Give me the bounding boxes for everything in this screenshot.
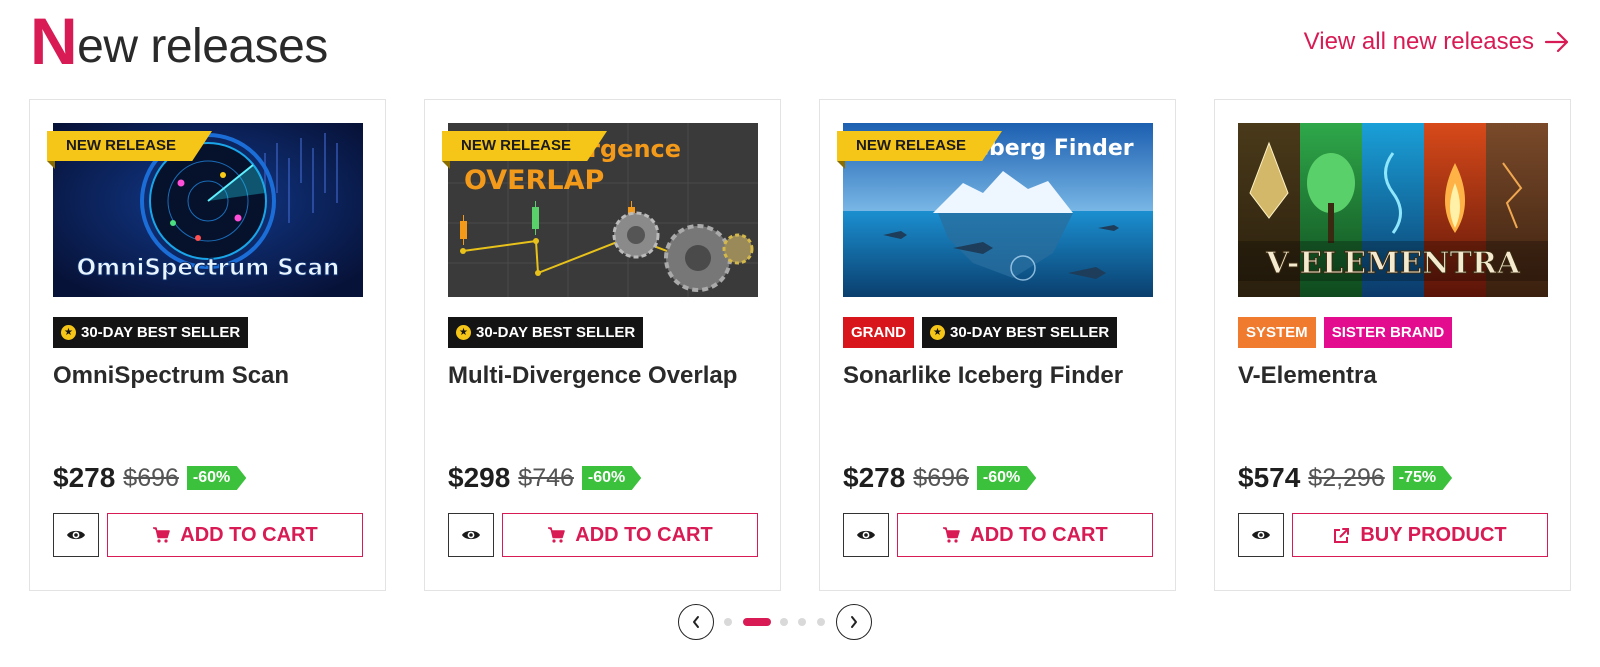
button-label: BUY PRODUCT (1360, 523, 1507, 546)
original-price: $696 (913, 463, 969, 492)
original-price: $2,296 (1308, 463, 1385, 492)
best-seller-badge: ★ 30-DAY BEST SELLER (922, 317, 1118, 348)
product-card: OmniSpectrum Scan NEW RELEASE ★ 30-DAY BE… (29, 99, 386, 591)
section-title: New releases (30, 8, 328, 76)
current-price: $574 (1238, 462, 1301, 493)
price-row: $278 $696 -60% (53, 462, 247, 494)
previous-button[interactable] (678, 604, 714, 640)
view-all-link[interactable]: View all new releases (1304, 28, 1570, 56)
product-card: ceberg Finder NEW RELEASE GRAND ★ 30-DAY … (819, 99, 1176, 591)
badge-row: GRAND ★ 30-DAY BEST SELLER (843, 317, 1118, 348)
product-name[interactable]: Multi-Divergence Overlap (448, 362, 737, 390)
best-seller-badge: ★ 30-DAY BEST SELLER (448, 317, 644, 348)
pager-dot[interactable] (724, 618, 732, 626)
buy-product-button[interactable]: BUY PRODUCT (1292, 513, 1548, 557)
eye-icon (462, 530, 480, 540)
pager-dot[interactable] (817, 618, 825, 626)
star-icon: ★ (930, 325, 945, 340)
price-row: $574 $2,296 -75% (1238, 462, 1453, 494)
button-label: ADD TO CART (575, 523, 713, 546)
current-price: $278 (53, 462, 116, 493)
title-rest: ew releases (77, 20, 328, 73)
badge-row: ★ 30-DAY BEST SELLER (448, 317, 644, 348)
external-link-icon (1334, 527, 1350, 543)
title-initial: N (30, 4, 78, 78)
badge-row: ★ 30-DAY BEST SELLER (53, 317, 249, 348)
chevron-right-icon (851, 616, 857, 628)
new-release-ribbon: NEW RELEASE (47, 131, 213, 161)
original-price: $746 (518, 463, 574, 492)
price-row: $298 $746 -60% (448, 462, 642, 494)
button-label: ADD TO CART (180, 523, 318, 546)
product-image[interactable]: V-ELEMENTRA (1238, 123, 1548, 297)
discount-tag: -75% (1392, 466, 1453, 490)
product-name[interactable]: V-Elementra (1238, 362, 1377, 390)
grand-badge: GRAND (843, 317, 914, 348)
best-seller-badge: ★ 30-DAY BEST SELLER (53, 317, 249, 348)
image-title-text: V-ELEMENTRA (1265, 246, 1521, 281)
ribbon-fold (442, 161, 450, 169)
discount-tag: -60% (581, 466, 642, 490)
arrow-right-icon (1544, 31, 1569, 53)
section-header: New releases View all new releases (30, 8, 1570, 78)
add-to-cart-button[interactable]: ADD TO CART (107, 513, 363, 557)
quick-view-button[interactable] (448, 513, 494, 557)
svg-text:OVERLAP: OVERLAP (464, 165, 604, 196)
cart-icon (943, 527, 961, 543)
next-button[interactable] (836, 604, 872, 640)
ribbon-fold (837, 161, 845, 169)
view-all-label: View all new releases (1303, 28, 1534, 55)
cart-icon (548, 527, 566, 543)
current-price: $278 (843, 462, 906, 493)
chevron-left-icon (693, 616, 699, 628)
quick-view-button[interactable] (843, 513, 889, 557)
current-price: $298 (448, 462, 511, 493)
eye-icon (1252, 530, 1270, 540)
star-icon: ★ (456, 325, 471, 340)
star-icon: ★ (61, 325, 76, 340)
badge-label: 30-DAY BEST SELLER (476, 324, 636, 341)
discount-tag: -60% (976, 466, 1037, 490)
discount-tag: -60% (186, 466, 247, 490)
pager-dot[interactable] (798, 618, 806, 626)
product-card: ivergence OVERLAP NEW RELEASE ★ 30-DAY BE… (424, 99, 781, 591)
product-carousel: OmniSpectrum Scan NEW RELEASE ★ 30-DAY BE… (29, 99, 1571, 591)
pager-dot[interactable] (780, 618, 788, 626)
button-label: ADD TO CART (970, 523, 1108, 546)
badge-row: SYSTEM SISTER BRAND (1238, 317, 1453, 348)
product-card: V-ELEMENTRA SYSTEM SISTER BRAND V-Elemen… (1214, 99, 1571, 591)
new-release-ribbon: NEW RELEASE (442, 131, 608, 161)
add-to-cart-button[interactable]: ADD TO CART (502, 513, 758, 557)
new-release-ribbon: NEW RELEASE (837, 131, 1003, 161)
eye-icon (857, 530, 875, 540)
image-title-text: OmniSpectrum Scan (77, 255, 340, 281)
ribbon-fold (47, 161, 55, 169)
pager-dot-active[interactable] (743, 618, 771, 626)
add-to-cart-button[interactable]: ADD TO CART (897, 513, 1153, 557)
quick-view-button[interactable] (1238, 513, 1284, 557)
system-badge: SYSTEM (1238, 317, 1316, 348)
price-row: $278 $696 -60% (843, 462, 1037, 494)
product-name[interactable]: Sonarlike Iceberg Finder (843, 362, 1123, 390)
sister-brand-badge: SISTER BRAND (1323, 317, 1453, 348)
badge-label: 30-DAY BEST SELLER (81, 324, 241, 341)
quick-view-button[interactable] (53, 513, 99, 557)
eye-icon (67, 530, 85, 540)
product-name[interactable]: OmniSpectrum Scan (53, 362, 289, 390)
badge-label: 30-DAY BEST SELLER (950, 324, 1110, 341)
original-price: $696 (123, 463, 179, 492)
cart-icon (153, 527, 171, 543)
